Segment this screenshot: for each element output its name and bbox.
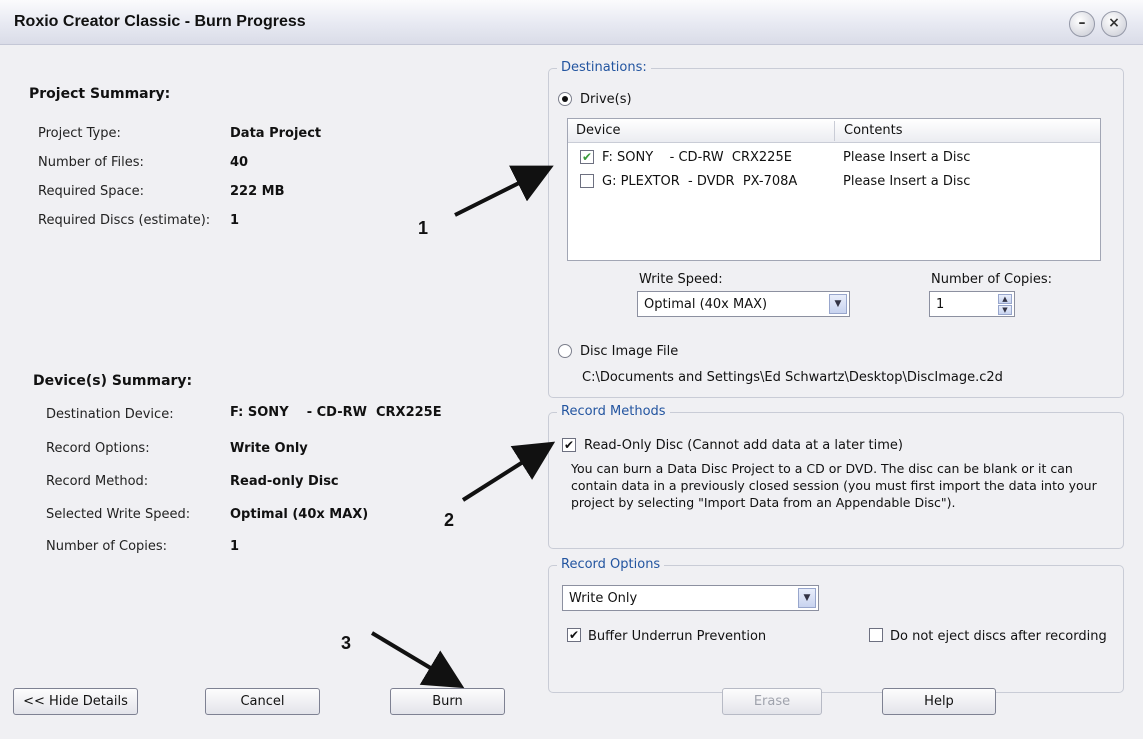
annotation-arrow-1 [454,165,554,217]
annotation-arrows [370,165,556,689]
annotation-label-3: 3 [341,633,352,653]
annotation-arrow-2 [461,441,556,502]
annotation-arrow-3 [370,631,465,689]
annotation-label-2: 2 [444,510,455,530]
annotation-label-1: 1 [418,218,429,238]
